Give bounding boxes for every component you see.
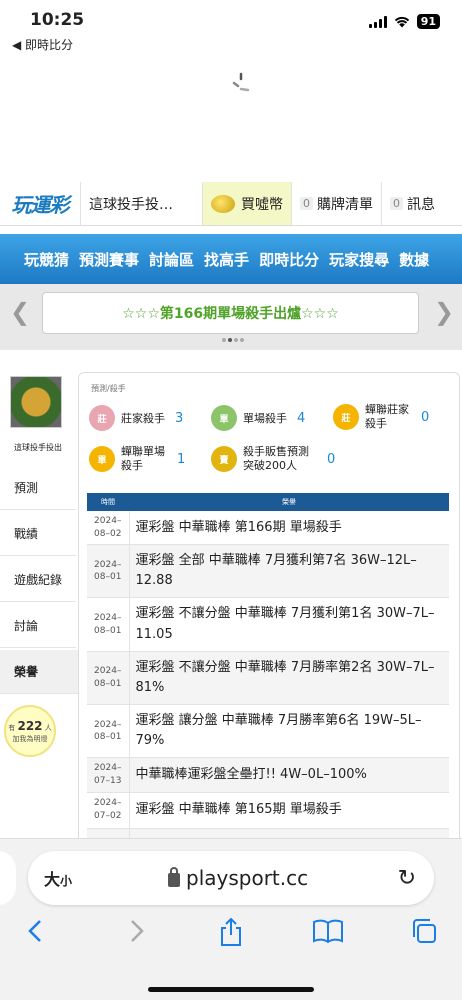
coin-icon xyxy=(211,194,235,213)
cart-label: 購牌清單 xyxy=(317,196,373,213)
honor-table: 時間 榮譽 2024–08–02 運彩盤 中華職棒 第166期 單場殺手 202… xyxy=(87,493,449,841)
banker-killer-icon: 莊 xyxy=(89,405,115,431)
status-time: 10:25 xyxy=(30,10,85,30)
address-bar[interactable]: 大小 playsport.cc ↻ xyxy=(28,851,434,905)
consecutive-single-icon: 單 xyxy=(89,446,115,473)
banner-carousel: ❮ ☆☆☆第166期單場殺手出爐☆☆☆ ❯ xyxy=(0,284,462,350)
follower-count: 222 xyxy=(17,719,43,733)
tabs-icon[interactable] xyxy=(410,917,438,945)
status-bar: 10:25 ◀ 即時比分 91 xyxy=(0,0,462,56)
message-count: 0 xyxy=(390,197,403,210)
single-killer-icon: 單 xyxy=(211,405,237,431)
url-display[interactable]: playsport.cc xyxy=(168,866,308,890)
row-date: 2024–07–02 xyxy=(87,792,130,829)
badge-consecutive-banker-killer: 莊 蟬聯莊家殺手 0 xyxy=(333,403,443,432)
battery-icon: 91 xyxy=(416,14,440,29)
badge-consecutive-single-killer: 單 蟬聯單場殺手 1 xyxy=(89,445,185,474)
main-nav: 玩競猜 預測賽事 討論區 找高手 即時比分 玩家搜尋 數據 xyxy=(0,234,462,284)
cellular-signal-icon xyxy=(368,15,387,28)
text-size-button[interactable]: 大小 xyxy=(44,866,72,890)
follow-label: 加我為明燈 xyxy=(12,734,48,743)
table-row: 2024–07–02 運彩盤 中華職棒 第165期 單場殺手 xyxy=(87,792,449,829)
home-indicator xyxy=(148,987,314,992)
table-row: 2024–08–01 運彩盤 全部 中華職棒 7月獲利第7名 36W–12L–1… xyxy=(87,544,449,599)
sales-badge-icon: 賣 xyxy=(211,446,237,473)
row-date: 2024–08–01 xyxy=(87,544,130,599)
table-row: 2024–08–01 運彩盤 不讓分盤 中華職棒 7月獲利第1名 30W–7L–… xyxy=(87,597,449,652)
buy-coin-label: 買噓幣 xyxy=(241,196,283,213)
sidebar-item-record[interactable]: 戰績 xyxy=(0,512,76,556)
badge-single-killer: 單 單場殺手 4 xyxy=(211,405,305,431)
cart-count: 0 xyxy=(300,197,313,210)
top-nav: 玩運彩 這球投手投… 買噓幣 0 購牌清單 0 訊息 xyxy=(0,182,462,226)
lock-icon xyxy=(168,866,180,887)
row-honor: 運彩盤 中華職棒 第165期 單場殺手 xyxy=(129,792,449,829)
row-honor: 中華職棒運彩盤全壘打!! 4W–0L–100% xyxy=(129,757,449,793)
honor-panel: 預測/殺手 莊 莊家殺手 3 單 單場殺手 4 莊 蟬聯莊家殺手 0 單 蟬聯單場殺手… xyxy=(78,372,460,842)
table-row: 2024–08–01 運彩盤 不讓分盤 中華職棒 7月勝率第2名 30W–7L–… xyxy=(87,651,449,706)
badge-banker-killer: 莊 莊家殺手 3 xyxy=(89,405,183,431)
nav-item-predict[interactable]: 預測賽事 xyxy=(79,249,139,270)
carousel-dots xyxy=(222,338,244,342)
share-icon[interactable] xyxy=(218,917,244,947)
nav-item-live-score[interactable]: 即時比分 xyxy=(259,249,319,270)
previous-tab-pill[interactable] xyxy=(0,851,16,905)
row-date: 2024–08–01 xyxy=(87,704,130,759)
forward-icon[interactable] xyxy=(126,917,146,945)
row-date: 2024–08–02 xyxy=(87,511,130,546)
buy-coin-button[interactable]: 買噓幣 xyxy=(202,182,291,225)
browser-toolbar: 大小 playsport.cc ↻ xyxy=(0,838,462,1000)
sidebar-item-honor[interactable]: 榮譽 xyxy=(0,650,78,694)
cart-link[interactable]: 0 購牌清單 xyxy=(291,182,381,225)
banner-link[interactable]: ☆☆☆第166期單場殺手出爐☆☆☆ xyxy=(42,292,419,334)
loading-spinner-icon xyxy=(232,72,250,92)
col-header-time: 時間 xyxy=(87,493,129,511)
sidebar-item-discuss[interactable]: 討論 xyxy=(0,604,76,648)
row-honor: 運彩盤 不讓分盤 中華職棒 7月獲利第1名 30W–7L–11.05 xyxy=(129,597,449,652)
reload-icon[interactable]: ↻ xyxy=(398,866,416,891)
badge-sales-200: 賣 殺手販售預測突破200人 0 xyxy=(211,445,335,474)
col-header-honor: 榮譽 xyxy=(129,493,449,511)
nav-item-play-guess[interactable]: 玩競猜 xyxy=(24,249,69,270)
wifi-icon xyxy=(394,16,409,28)
consecutive-banker-icon: 莊 xyxy=(333,404,359,431)
row-honor: 運彩盤 讓分盤 中華職棒 7月勝率第6名 19W–5L–79% xyxy=(129,704,449,759)
avatar[interactable] xyxy=(10,376,62,428)
nav-item-forum[interactable]: 討論區 xyxy=(149,249,194,270)
profile-sidebar: 這球投手投出 預測 戰績 遊戲紀錄 討論 榮譽 有 222 人 加我為明燈 xyxy=(0,370,78,840)
sidebar-item-predict[interactable]: 預測 xyxy=(0,466,76,510)
user-name: 這球投手投出 xyxy=(14,443,62,452)
current-page-tab[interactable]: 這球投手投… xyxy=(80,182,202,225)
bookmarks-icon[interactable] xyxy=(312,917,344,945)
row-date: 2024–08–01 xyxy=(87,597,130,652)
row-date: 2024–07–13 xyxy=(87,757,130,793)
message-link[interactable]: 0 訊息 xyxy=(381,182,443,225)
section-title: 預測/殺手 xyxy=(91,384,126,393)
nav-item-data[interactable]: 數據 xyxy=(399,249,429,270)
status-icons: 91 xyxy=(368,14,440,29)
nav-item-player-search[interactable]: 玩家搜尋 xyxy=(329,249,389,270)
table-row: 2024–08–02 運彩盤 中華職棒 第166期 單場殺手 xyxy=(87,511,449,546)
nav-item-find-expert[interactable]: 找高手 xyxy=(204,249,249,270)
banner-next-icon[interactable]: ❯ xyxy=(434,298,454,326)
row-honor: 運彩盤 不讓分盤 中華職棒 7月勝率第2名 30W–7L–81% xyxy=(129,651,449,706)
row-honor: 運彩盤 中華職棒 第166期 單場殺手 xyxy=(129,511,449,546)
bottom-toolbar xyxy=(0,917,462,957)
lightbulb-follow-badge[interactable]: 有 222 人 加我為明燈 xyxy=(4,705,56,757)
row-honor: 運彩盤 全部 中華職棒 7月獲利第7名 36W–12L–12.88 xyxy=(129,544,449,599)
url-text: playsport.cc xyxy=(186,866,309,890)
sidebar-item-game-history[interactable]: 遊戲紀錄 xyxy=(0,558,76,602)
table-row: 2024–08–01 運彩盤 讓分盤 中華職棒 7月勝率第6名 19W–5L–7… xyxy=(87,704,449,759)
message-label: 訊息 xyxy=(407,196,435,213)
site-logo[interactable]: 玩運彩 xyxy=(0,182,80,225)
row-date: 2024–08–01 xyxy=(87,651,130,706)
banner-prev-icon[interactable]: ❮ xyxy=(10,298,30,326)
table-row: 2024–07–13 中華職棒運彩盤全壘打!! 4W–0L–100% xyxy=(87,757,449,793)
back-to-app-link[interactable]: ◀ 即時比分 xyxy=(12,36,73,53)
back-icon[interactable] xyxy=(26,917,46,945)
